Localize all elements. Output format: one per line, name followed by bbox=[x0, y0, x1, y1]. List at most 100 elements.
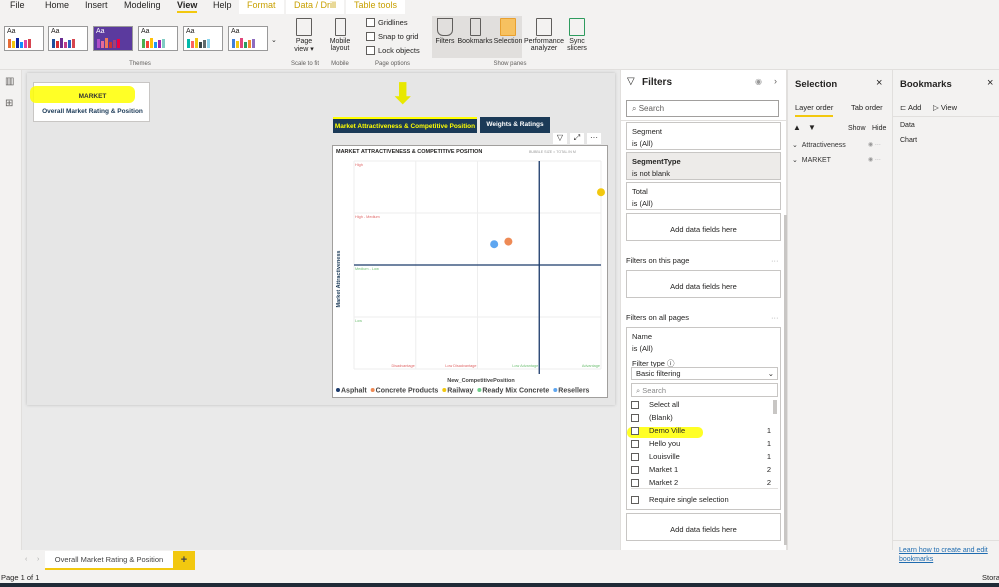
filter-type-dropdown[interactable]: Basic filtering ⌄ bbox=[631, 367, 778, 380]
themes-group-label: Themes bbox=[129, 61, 151, 67]
more-options-icon[interactable]: ··· bbox=[587, 133, 601, 144]
hide-all-button[interactable]: Hide bbox=[872, 125, 886, 132]
lock-objects-checkbox[interactable]: Lock objects bbox=[366, 46, 420, 55]
filter-card-segment[interactable]: Segment is (All) bbox=[626, 122, 781, 150]
show-all-button[interactable]: Show bbox=[848, 125, 866, 132]
data-point[interactable] bbox=[504, 237, 513, 246]
close-icon[interactable]: × bbox=[987, 77, 993, 89]
visibility-icon[interactable]: ◉ ··· bbox=[868, 156, 881, 163]
legend-item[interactable]: Asphalt bbox=[341, 388, 367, 395]
legend-item[interactable]: Railway bbox=[447, 388, 473, 395]
page-view-button[interactable]: Page view ▾ bbox=[290, 18, 318, 53]
theme-4[interactable]: Aa bbox=[138, 26, 178, 51]
visual-filter-icon[interactable]: ▽ bbox=[553, 133, 567, 144]
data-point[interactable] bbox=[490, 240, 499, 249]
report-view-icon[interactable]: ▥ bbox=[5, 76, 14, 87]
weights-ratings-button[interactable]: Weights & Ratings bbox=[480, 117, 550, 133]
selection-pane-button[interactable]: Selection bbox=[493, 18, 523, 45]
bookmark-chart[interactable]: Chart bbox=[900, 137, 917, 144]
scatter-visual[interactable]: MARKET ATTRACTIVENESS & COMPETITIVE POSI… bbox=[332, 145, 608, 398]
model-view-icon[interactable]: ⊞ bbox=[5, 98, 13, 109]
performance-analyzer-button[interactable]: Performance analyzer bbox=[523, 18, 565, 52]
layer-attractiveness[interactable]: ⌄ Attractiveness bbox=[792, 141, 846, 149]
move-down-icon[interactable]: ▼ bbox=[808, 123, 816, 132]
market-card[interactable]: MARKET Overall Market Rating & Position bbox=[30, 82, 150, 122]
menu-home[interactable]: Home bbox=[45, 0, 69, 10]
checkbox[interactable] bbox=[631, 452, 639, 461]
checkbox[interactable] bbox=[631, 400, 639, 409]
add-page-fields-dropzone[interactable]: Add data fields here bbox=[626, 270, 781, 298]
filter-name: Total bbox=[632, 187, 648, 196]
move-up-icon[interactable]: ▲ bbox=[793, 123, 801, 132]
add-visual-fields-dropzone[interactable]: Add data fields here bbox=[626, 213, 781, 241]
snap-to-grid-checkbox[interactable]: Snap to grid bbox=[366, 32, 418, 41]
add-all-pages-fields-dropzone[interactable]: Add data fields here bbox=[626, 513, 781, 541]
name-filter-item[interactable]: Demo Ville 1 bbox=[631, 426, 771, 435]
name-filter-item[interactable]: Market 1 2 bbox=[631, 465, 771, 474]
page-tab-overall[interactable]: Overall Market Rating & Position bbox=[45, 551, 173, 570]
legend-item[interactable]: Ready Mix Concrete bbox=[482, 388, 549, 395]
market-attractiveness-button[interactable]: Market Attractiveness & Competitive Posi… bbox=[333, 117, 477, 133]
theme-6[interactable]: Aa bbox=[228, 26, 268, 51]
menu-data-drill[interactable]: Data / Drill bbox=[286, 0, 345, 14]
theme-1[interactable]: Aa bbox=[4, 26, 44, 51]
theme-5[interactable]: Aa bbox=[183, 26, 223, 51]
checkbox[interactable] bbox=[631, 465, 639, 474]
menu-modeling[interactable]: Modeling bbox=[124, 0, 161, 10]
name-filter-item[interactable]: (Blank) bbox=[631, 413, 771, 422]
theme-3[interactable]: Aa bbox=[93, 26, 133, 51]
checkbox[interactable] bbox=[631, 426, 639, 435]
mobile-layout-button[interactable]: Mobile layout bbox=[326, 18, 354, 52]
focus-mode-icon[interactable]: ⤢ bbox=[570, 133, 584, 144]
tab-tab-order[interactable]: Tab order bbox=[851, 103, 883, 112]
bookmarks-pane-button[interactable]: Bookmarks bbox=[457, 18, 493, 45]
checkbox[interactable] bbox=[631, 413, 639, 422]
next-page-icon[interactable]: › bbox=[37, 556, 39, 563]
name-filter-item[interactable]: Hello you 1 bbox=[631, 439, 771, 448]
menu-format[interactable]: Format bbox=[239, 0, 284, 14]
legend-item[interactable]: Resellers bbox=[558, 388, 589, 395]
menu-view[interactable]: View bbox=[177, 0, 198, 13]
visibility-icon[interactable]: ◉ ··· bbox=[868, 141, 881, 148]
require-single-selection-checkbox[interactable]: Require single selection bbox=[631, 495, 771, 504]
tab-layer-order[interactable]: Layer order bbox=[795, 103, 834, 117]
menu-help[interactable]: Help bbox=[213, 0, 232, 10]
sync-slicers-button[interactable]: Sync slicers bbox=[565, 18, 589, 52]
gridlines-checkbox[interactable]: Gridlines bbox=[366, 18, 408, 27]
add-bookmark-button[interactable]: ⊏ Add bbox=[900, 103, 921, 112]
themes-expand-icon[interactable]: ⌄ bbox=[271, 36, 277, 44]
collapse-pane-icon[interactable]: › bbox=[774, 76, 777, 86]
filters-search-input[interactable]: ⌕ Search bbox=[626, 100, 779, 117]
name-search-input[interactable]: ⌕ Search bbox=[631, 383, 778, 397]
name-filter-item[interactable]: Select all bbox=[631, 400, 771, 409]
view-label: View bbox=[940, 103, 957, 112]
view-bookmark-button[interactable]: ▷ View bbox=[933, 103, 957, 112]
data-point[interactable] bbox=[597, 188, 605, 197]
filter-card-total[interactable]: Total is (All) bbox=[626, 182, 781, 210]
checkbox[interactable] bbox=[631, 478, 639, 487]
chevron-icon: ⌄ bbox=[792, 157, 798, 164]
menu-table-tools[interactable]: Table tools bbox=[346, 0, 406, 14]
menu-file[interactable]: File bbox=[10, 0, 25, 10]
bookmark-data[interactable]: Data bbox=[900, 122, 915, 129]
filter-card-segmenttype[interactable]: SegmentType is not blank bbox=[626, 152, 781, 180]
theme-2[interactable]: Aa bbox=[48, 26, 88, 51]
checkbox[interactable] bbox=[631, 439, 639, 448]
item-label: (Blank) bbox=[649, 413, 673, 422]
filters-on-all-pages-header: Filters on all pages ··· bbox=[626, 313, 779, 322]
more-icon[interactable]: ··· bbox=[771, 256, 779, 265]
layer-market[interactable]: ⌄ MARKET bbox=[792, 156, 831, 164]
list-scrollbar[interactable] bbox=[773, 400, 777, 414]
learn-bookmarks-link[interactable]: Learn how to create and edit bookmarks bbox=[899, 546, 994, 564]
y-tick-label: High - Medium bbox=[355, 215, 380, 219]
name-filter-item[interactable]: Louisville 1 bbox=[631, 452, 771, 461]
more-icon[interactable]: ··· bbox=[771, 313, 779, 322]
menu-insert[interactable]: Insert bbox=[85, 0, 108, 10]
prev-page-icon[interactable]: ‹ bbox=[25, 556, 27, 563]
legend-item[interactable]: Concrete Products bbox=[376, 388, 439, 395]
visibility-icon[interactable]: ◉ bbox=[755, 77, 762, 86]
close-icon[interactable]: × bbox=[876, 77, 882, 89]
name-filter-item[interactable]: Market 2 2 bbox=[631, 478, 771, 487]
add-page-button[interactable]: + bbox=[173, 551, 195, 570]
filters-pane-button[interactable]: Filters bbox=[433, 18, 457, 45]
